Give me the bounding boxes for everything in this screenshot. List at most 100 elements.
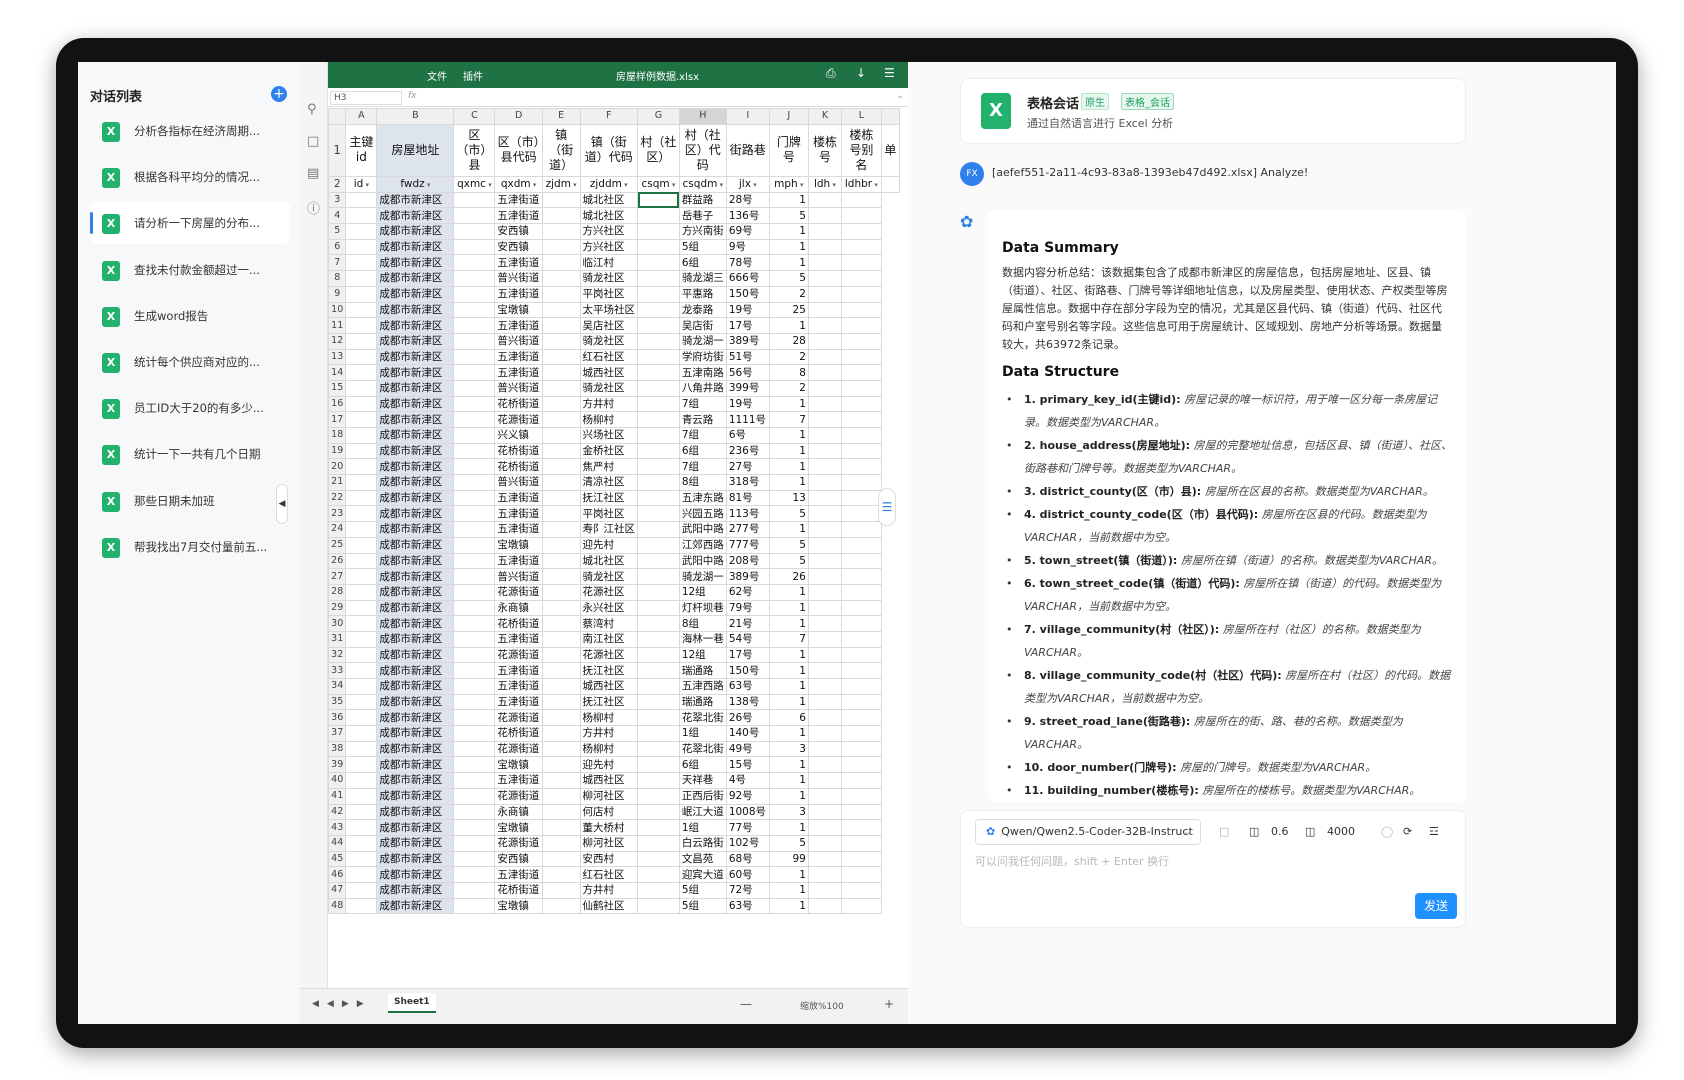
table-cell[interactable] (453, 474, 496, 491)
table-cell[interactable] (345, 427, 378, 444)
table-cell[interactable] (345, 583, 378, 601)
table-cell[interactable]: 成都市新津区 (376, 881, 455, 899)
table-cell[interactable] (637, 427, 680, 444)
table-cell[interactable]: 1 (768, 238, 809, 256)
table-cell[interactable] (807, 489, 843, 507)
row-number[interactable]: 36 (328, 709, 347, 727)
info-icon[interactable]: ⓘ (307, 198, 320, 217)
column-header[interactable]: C (453, 108, 496, 125)
table-cell[interactable]: 五津西路 (678, 678, 727, 695)
table-cell[interactable] (541, 725, 581, 742)
table-cell[interactable]: 成都市新津区 (376, 474, 455, 491)
filter-dropdown-icon[interactable]: ▾ (751, 181, 757, 189)
table-cell[interactable]: 60号 (725, 866, 770, 883)
row-number[interactable]: 2 (328, 175, 347, 193)
table-cell[interactable] (345, 787, 378, 805)
chat-icon[interactable]: ▤ (307, 166, 319, 181)
table-cell[interactable] (345, 458, 378, 476)
table-cell[interactable]: 城西社区 (579, 772, 638, 789)
table-cell[interactable]: 永商镇 (494, 599, 543, 617)
row-number[interactable]: 15 (328, 379, 347, 397)
table-cell[interactable]: 25 (768, 301, 809, 319)
table-cell[interactable] (541, 583, 581, 601)
table-cell[interactable] (807, 379, 843, 397)
table-cell[interactable]: 成都市新津区 (376, 568, 455, 585)
table-cell[interactable]: 成都市新津区 (376, 270, 455, 287)
table-cell[interactable]: 成都市新津区 (376, 521, 455, 538)
table-cell[interactable]: 140号 (725, 725, 770, 742)
table-cell[interactable] (637, 474, 680, 491)
table-cell[interactable] (841, 207, 882, 225)
search-icon[interactable]: ⚲ (307, 102, 317, 117)
table-cell[interactable]: 6号 (725, 427, 770, 444)
table-cell[interactable] (807, 850, 843, 868)
table-cell[interactable] (807, 505, 843, 523)
table-cell[interactable] (841, 678, 882, 695)
table-cell[interactable]: 平惠路 (678, 285, 727, 303)
table-cell[interactable] (637, 725, 680, 742)
table-cell[interactable] (345, 317, 378, 334)
table-cell[interactable] (841, 834, 882, 852)
header-cell[interactable]: 镇（街道） (541, 123, 581, 177)
table-cell[interactable] (841, 489, 882, 507)
filter-cell[interactable]: zjdm ▾ (541, 175, 581, 193)
table-cell[interactable]: 成都市新津区 (376, 254, 455, 272)
table-cell[interactable] (841, 254, 882, 272)
table-cell[interactable] (637, 238, 680, 256)
table-cell[interactable] (637, 348, 680, 366)
table-cell[interactable] (841, 881, 882, 899)
table-cell[interactable]: 1 (768, 223, 809, 240)
row-number[interactable]: 41 (328, 787, 347, 805)
table-cell[interactable]: 岳巷子 (678, 207, 727, 225)
table-cell[interactable]: 岷江大道 (678, 803, 727, 821)
table-cell[interactable] (345, 379, 378, 397)
column-header[interactable]: I (725, 108, 770, 125)
row-number[interactable]: 17 (328, 411, 347, 428)
table-cell[interactable]: 杨柳村 (579, 411, 638, 428)
table-cell[interactable]: 太平场社区 (579, 301, 638, 319)
table-cell[interactable]: 3 (768, 740, 809, 758)
table-cell[interactable] (453, 866, 496, 883)
table-cell[interactable] (637, 740, 680, 758)
table-cell[interactable] (807, 411, 843, 428)
table-cell[interactable]: 花源社区 (579, 646, 638, 664)
table-cell[interactable]: 72号 (725, 881, 770, 899)
table-cell[interactable]: 宝墩镇 (494, 301, 543, 319)
table-cell[interactable]: 花桥街道 (494, 458, 543, 476)
table-cell[interactable]: 成都市新津区 (376, 317, 455, 334)
table-cell[interactable]: 78号 (725, 254, 770, 272)
table-cell[interactable]: 2 (768, 379, 809, 397)
table-cell[interactable] (345, 489, 378, 507)
row-number[interactable]: 27 (328, 568, 347, 585)
table-cell[interactable] (453, 395, 496, 413)
table-cell[interactable]: 南江社区 (579, 630, 638, 648)
table-cell[interactable]: 1 (768, 254, 809, 272)
table-cell[interactable] (541, 521, 581, 538)
table-cell[interactable] (345, 709, 378, 727)
table-cell[interactable]: 99 (768, 850, 809, 868)
table-cell[interactable] (541, 474, 581, 491)
table-cell[interactable] (841, 379, 882, 397)
table-cell[interactable]: 安西镇 (494, 223, 543, 240)
table-cell[interactable]: 成都市新津区 (376, 866, 455, 883)
table-cell[interactable]: 9号 (725, 238, 770, 256)
table-cell[interactable]: 13 (768, 489, 809, 507)
table-cell[interactable]: 正西后街 (678, 787, 727, 805)
table-cell[interactable]: 平岗社区 (579, 285, 638, 303)
table-cell[interactable] (453, 270, 496, 287)
table-cell[interactable] (807, 207, 843, 225)
table-cell[interactable]: 2 (768, 285, 809, 303)
table-cell[interactable]: 1 (768, 191, 809, 209)
table-cell[interactable]: 成都市新津区 (376, 615, 455, 632)
table-cell[interactable]: 1 (768, 881, 809, 899)
table-cell[interactable] (345, 332, 378, 350)
table-cell[interactable] (453, 521, 496, 538)
table-cell[interactable]: 城西社区 (579, 364, 638, 381)
table-cell[interactable] (841, 850, 882, 868)
table-cell[interactable] (807, 819, 843, 836)
row-number[interactable]: 35 (328, 693, 347, 711)
table-cell[interactable]: 1组 (678, 819, 727, 836)
table-cell[interactable] (807, 709, 843, 727)
table-cell[interactable]: 69号 (725, 223, 770, 240)
table-cell[interactable] (453, 819, 496, 836)
